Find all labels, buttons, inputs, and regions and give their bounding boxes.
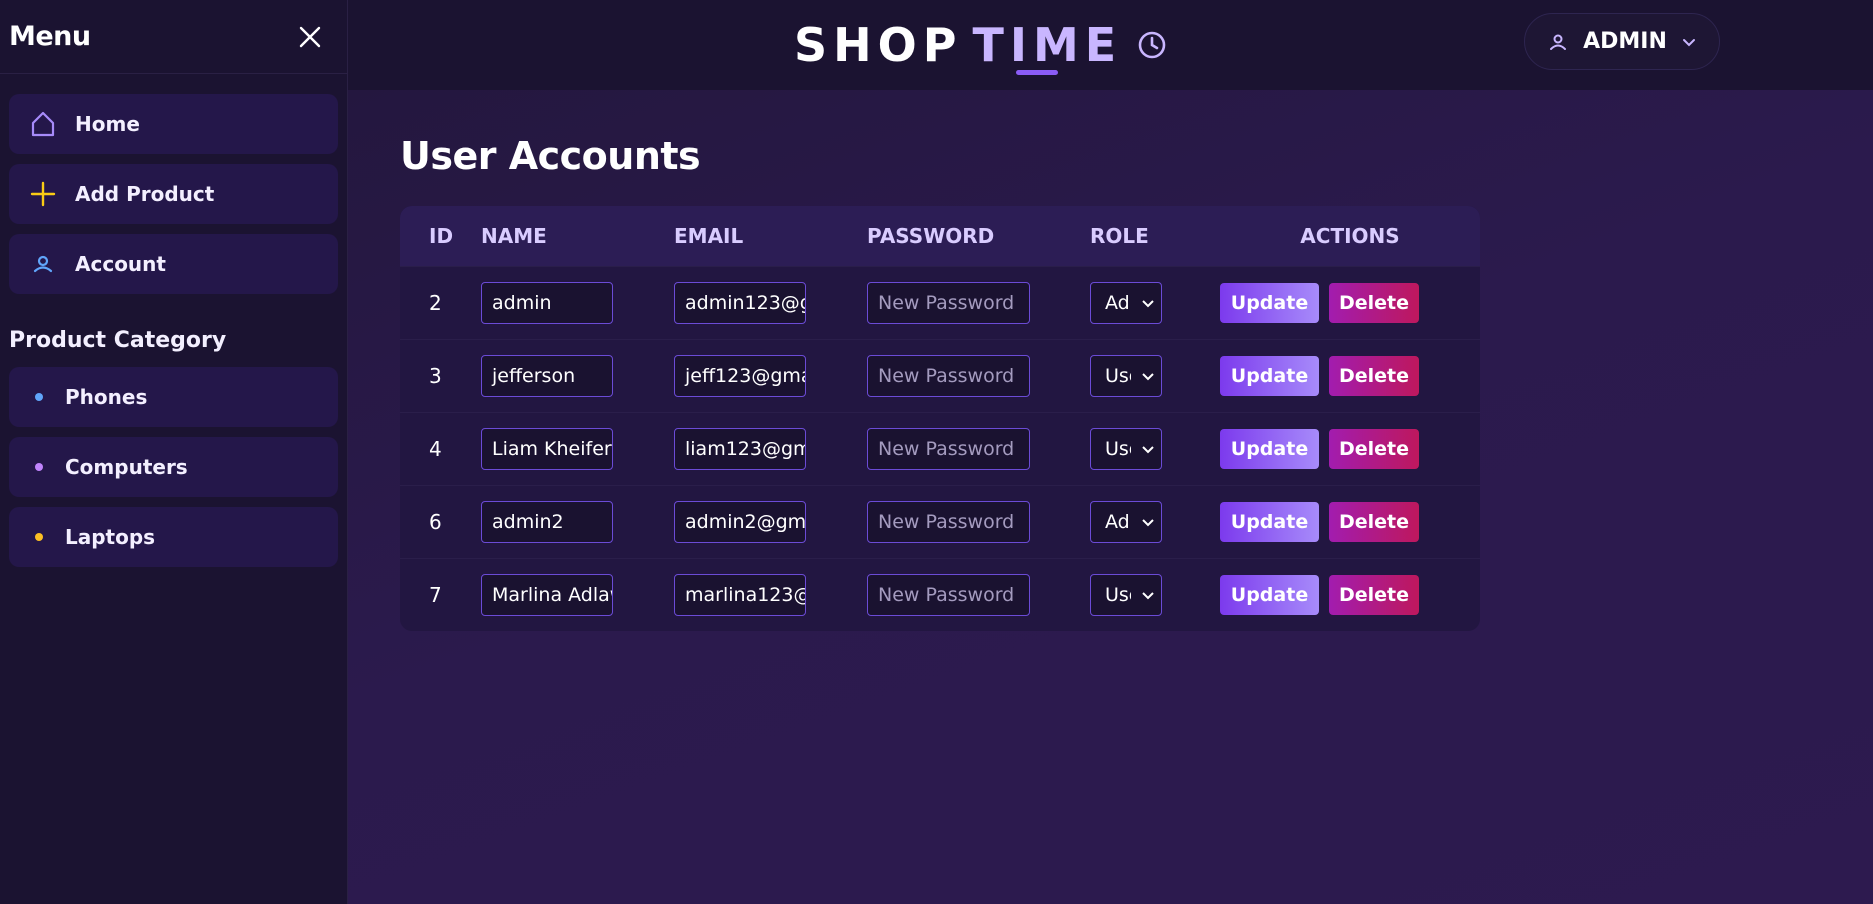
chevron-down-icon [1142,373,1154,381]
update-button[interactable]: Update [1220,575,1319,615]
close-sidebar-button[interactable] [295,22,325,52]
name-input[interactable]: Liam Kheifer [481,428,613,470]
user-accounts-table: ID NAME EMAIL PASSWORD ROLE ACTIONS 2 ad… [400,206,1480,631]
email-input[interactable]: jeff123@gmail.com [674,355,806,397]
sidebar-item-label: Add Product [75,182,215,206]
user-id: 6 [429,510,442,534]
password-input[interactable]: New Password [867,428,1030,470]
role-select[interactable]: User [1090,428,1162,470]
close-icon [299,26,321,47]
category-label: Computers [65,455,188,479]
email-input[interactable]: admin2@gmail.com [674,501,806,543]
logo-text-time: TIME [972,18,1123,75]
email-input[interactable]: admin123@gmail.com [674,282,806,324]
top-bar: SHOP TIME ADMIN [348,0,1873,90]
name-input[interactable]: admin [481,282,613,324]
user-icon [1550,34,1567,50]
bullet-dot-icon [35,533,43,541]
delete-button[interactable]: Delete [1329,575,1419,615]
email-input[interactable]: liam123@gmail.com [674,428,806,470]
bullet-dot-icon [35,393,43,401]
bullet-dot-icon [35,463,43,471]
update-button[interactable]: Update [1220,502,1319,542]
chevron-down-icon [1142,519,1154,527]
delete-button[interactable]: Delete [1329,502,1419,542]
page-title: User Accounts [400,134,701,178]
shop-time-logo[interactable]: SHOP TIME [794,18,1168,75]
user-menu-label: ADMIN [1583,29,1667,54]
role-select-value: User [1105,438,1131,460]
sidebar-nav: Home Add Product Account [0,74,347,294]
column-header-id: ID [429,224,454,248]
user-id: 4 [429,437,442,461]
sidebar-item-home[interactable]: Home [9,94,338,154]
delete-button[interactable]: Delete [1329,356,1419,396]
sidebar-item-account[interactable]: Account [9,234,338,294]
delete-button[interactable]: Delete [1329,429,1419,469]
role-select[interactable]: User [1090,355,1162,397]
column-header-email: EMAIL [674,224,744,248]
sidebar-item-label: Account [75,252,166,276]
sidebar-header: Menu [0,0,347,74]
chevron-down-icon [1142,300,1154,308]
column-header-actions: ACTIONS [1300,224,1400,248]
user-id: 3 [429,364,442,388]
category-label: Laptops [65,525,156,549]
logo-text-time-label: TIME [972,18,1123,72]
column-header-name: NAME [481,224,547,248]
user-icon [29,250,57,278]
sidebar-item-add-product[interactable]: Add Product [9,164,338,224]
table-header: ID NAME EMAIL PASSWORD ROLE ACTIONS [400,206,1480,266]
logo-text-shop: SHOP [794,18,963,72]
table-row: 2 admin admin123@gmail.com New Password … [400,266,1480,339]
chevron-down-icon [1142,446,1154,454]
user-menu-button[interactable]: ADMIN [1524,13,1720,70]
column-header-role: ROLE [1090,224,1149,248]
user-id: 2 [429,291,442,315]
app-root: Menu Home Add Product Account Product Ca… [0,0,1873,904]
user-id: 7 [429,583,442,607]
password-input[interactable]: New Password [867,355,1030,397]
update-button[interactable]: Update [1220,356,1319,396]
email-input[interactable]: marlina123@gmail.com [674,574,806,616]
category-item-laptops[interactable]: Laptops [9,507,338,567]
name-input[interactable]: jefferson [481,355,613,397]
table-row: 6 admin2 admin2@gmail.com New Password A… [400,485,1480,558]
menu-title: Menu [9,21,91,52]
name-input[interactable]: Marlina Adlawan [481,574,613,616]
password-input[interactable]: New Password [867,501,1030,543]
sidebar-item-label: Home [75,112,140,136]
plus-icon [29,180,57,208]
name-input[interactable]: admin2 [481,501,613,543]
table-row: 7 Marlina Adlawan marlina123@gmail.com N… [400,558,1480,631]
product-category-title: Product Category [9,328,227,353]
role-select[interactable]: User [1090,574,1162,616]
role-select[interactable]: Admin [1090,501,1162,543]
password-input[interactable]: New Password [867,282,1030,324]
password-input[interactable]: New Password [867,574,1030,616]
role-select-value: User [1105,365,1131,387]
column-header-password: PASSWORD [867,224,995,248]
update-button[interactable]: Update [1220,429,1319,469]
clock-icon [1138,31,1166,59]
main-content: User Accounts ID NAME EMAIL PASSWORD ROL… [348,90,1873,904]
role-select-value: Admin [1105,292,1131,314]
sidebar: Menu Home Add Product Account Product Ca… [0,0,348,904]
table-row: 4 Liam Kheifer liam123@gmail.com New Pas… [400,412,1480,485]
chevron-down-icon [1682,38,1695,46]
chevron-down-icon [1142,592,1154,600]
update-button[interactable]: Update [1220,283,1319,323]
role-select-value: User [1105,584,1131,606]
category-label: Phones [65,385,148,409]
home-icon [29,110,57,138]
role-select[interactable]: Admin [1090,282,1162,324]
category-item-computers[interactable]: Computers [9,437,338,497]
table-row: 3 jefferson jeff123@gmail.com New Passwo… [400,339,1480,412]
category-item-phones[interactable]: Phones [9,367,338,427]
logo-underline [1016,70,1059,75]
delete-button[interactable]: Delete [1329,283,1419,323]
role-select-value: Admin [1105,511,1131,533]
